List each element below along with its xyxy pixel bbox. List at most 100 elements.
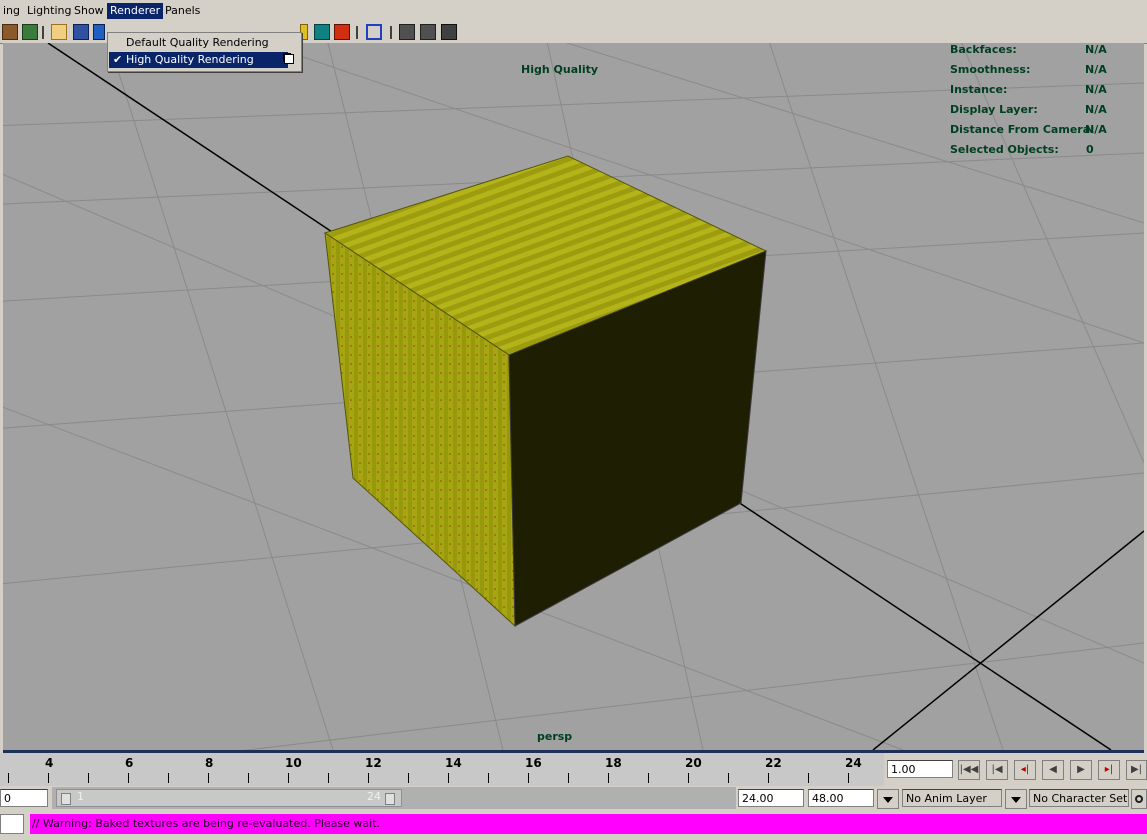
- menu-item-high-quality-label: High Quality Rendering: [126, 53, 254, 66]
- menu-lighting[interactable]: Lighting: [24, 3, 74, 19]
- current-time-field[interactable]: 1.00: [887, 760, 953, 778]
- hud-instance-label: Instance:: [950, 83, 1008, 96]
- menu-show[interactable]: Show: [71, 3, 107, 19]
- character-set-dropdown-button[interactable]: [1005, 789, 1027, 809]
- chevron-down-icon: [1011, 797, 1021, 803]
- checkmark-icon: ✔: [113, 53, 123, 66]
- hud-instance-value: N/A: [1085, 83, 1107, 96]
- timeline-tick: [48, 773, 49, 783]
- preferences-button[interactable]: [1131, 789, 1147, 809]
- hud-backfaces-label: Backfaces:: [950, 43, 1017, 56]
- menu-item-default-quality[interactable]: Default Quality Rendering: [109, 35, 288, 51]
- range-handle-start[interactable]: [61, 793, 71, 805]
- toolbar-separator: [356, 26, 358, 39]
- tick-label: 6: [125, 756, 134, 770]
- chevron-down-icon: [883, 797, 893, 803]
- hud-selected-value: 0: [1086, 143, 1094, 156]
- render-mode-label: High Quality: [521, 63, 599, 76]
- toolbar-separator: [390, 26, 392, 39]
- image-plane-icon[interactable]: [51, 24, 67, 40]
- menu-bar: ing Lighting Show Renderer Panels: [0, 0, 1147, 23]
- menu-renderer[interactable]: Renderer: [107, 3, 164, 19]
- tick-label: 8: [205, 756, 214, 770]
- timeline-tick: [848, 773, 849, 783]
- timeline-tick: [808, 773, 809, 783]
- timeline-tick: [688, 773, 689, 783]
- toolbar-separator: [42, 26, 44, 39]
- tick-label: 14: [445, 756, 462, 770]
- tick-label: 18: [605, 756, 622, 770]
- camera-name-label: persp: [537, 730, 573, 743]
- tick-label: 24: [845, 756, 862, 770]
- timeline-tick: [88, 773, 89, 783]
- go-to-start-button[interactable]: |◀◀: [958, 760, 980, 780]
- hud-distance-label: Distance From Camera:: [950, 123, 1095, 136]
- xray-icon[interactable]: [399, 24, 415, 40]
- hud-selected-label: Selected Objects:: [950, 143, 1059, 156]
- isolate-select-icon[interactable]: [366, 24, 382, 40]
- end-time-field[interactable]: 24.00: [738, 789, 804, 807]
- range-slider-end-label: 24: [367, 790, 381, 803]
- timeline-tick: [328, 773, 329, 783]
- time-slider[interactable]: 4 6 8 10 12 14 16 18 20 22 24: [0, 753, 884, 786]
- hud-display-layer-value: N/A: [1085, 103, 1107, 116]
- tick-label: 20: [685, 756, 702, 770]
- tick-label: 4: [45, 756, 54, 770]
- camera-attributes-icon[interactable]: [2, 24, 18, 40]
- hud-backfaces-value: N/A: [1085, 43, 1107, 56]
- timeline-tick: [768, 773, 769, 783]
- timeline-tick: [168, 773, 169, 783]
- step-back-key-button[interactable]: ◂|: [1014, 760, 1036, 780]
- grid-icon[interactable]: [73, 24, 89, 40]
- play-backwards-button[interactable]: ◀: [1042, 760, 1064, 780]
- timeline-tick: [608, 773, 609, 783]
- timeline-tick: [8, 773, 9, 783]
- menu-shading[interactable]: ing: [0, 3, 23, 19]
- hud-distance-value: N/A: [1085, 123, 1107, 136]
- menu-panels[interactable]: Panels: [162, 3, 203, 19]
- timeline-tick: [288, 773, 289, 783]
- timeline-tick: [648, 773, 649, 783]
- wireframe-on-shaded-icon[interactable]: [420, 24, 436, 40]
- viewport-persp[interactable]: High Quality persp Backfaces: N/A Smooth…: [3, 43, 1144, 750]
- tick-label: 12: [365, 756, 382, 770]
- range-handle-end[interactable]: [385, 793, 395, 805]
- range-slider[interactable]: 1 24: [56, 789, 402, 807]
- hud-smoothness-value: N/A: [1085, 63, 1107, 76]
- timeline-tick: [528, 773, 529, 783]
- timeline-tick: [568, 773, 569, 783]
- hud-smoothness-label: Smoothness:: [950, 63, 1031, 76]
- command-line-label[interactable]: [0, 814, 24, 834]
- anim-layer-dropdown-button[interactable]: [877, 789, 899, 809]
- tick-label: 16: [525, 756, 542, 770]
- character-set-field[interactable]: No Character Set: [1029, 789, 1129, 807]
- timeline-tick: [728, 773, 729, 783]
- joint-xray-icon[interactable]: [441, 24, 457, 40]
- bookmark-icon[interactable]: [22, 24, 38, 40]
- step-forward-button[interactable]: ▶|: [1126, 760, 1147, 780]
- step-back-button[interactable]: |◀: [986, 760, 1008, 780]
- tick-label: 10: [285, 756, 302, 770]
- timeline-tick: [128, 773, 129, 783]
- timeline-tick: [208, 773, 209, 783]
- anim-end-field[interactable]: 48.00: [808, 789, 874, 807]
- gear-icon: [1135, 795, 1143, 803]
- textured-icon[interactable]: [314, 24, 330, 40]
- timeline-tick: [448, 773, 449, 783]
- timeline-tick: [368, 773, 369, 783]
- menu-item-high-quality[interactable]: ✔ High Quality Rendering: [109, 52, 288, 68]
- status-message: // Warning: Baked textures are being re-…: [30, 814, 1147, 834]
- timeline-tick: [248, 773, 249, 783]
- anim-layer-field[interactable]: No Anim Layer: [902, 789, 1002, 807]
- start-time-field[interactable]: 0: [0, 789, 48, 807]
- play-forwards-button[interactable]: ▶: [1070, 760, 1092, 780]
- option-box-icon[interactable]: [284, 54, 294, 64]
- range-slider-start-label: 1: [77, 790, 84, 803]
- tick-label: 22: [765, 756, 782, 770]
- hud-display-layer-label: Display Layer:: [950, 103, 1038, 116]
- film-gate-icon[interactable]: [93, 24, 105, 40]
- shaded-icon[interactable]: [334, 24, 350, 40]
- renderer-dropdown-menu: Default Quality Rendering ✔ High Quality…: [107, 32, 302, 72]
- timeline-tick: [488, 773, 489, 783]
- step-forward-key-button[interactable]: ▸|: [1098, 760, 1120, 780]
